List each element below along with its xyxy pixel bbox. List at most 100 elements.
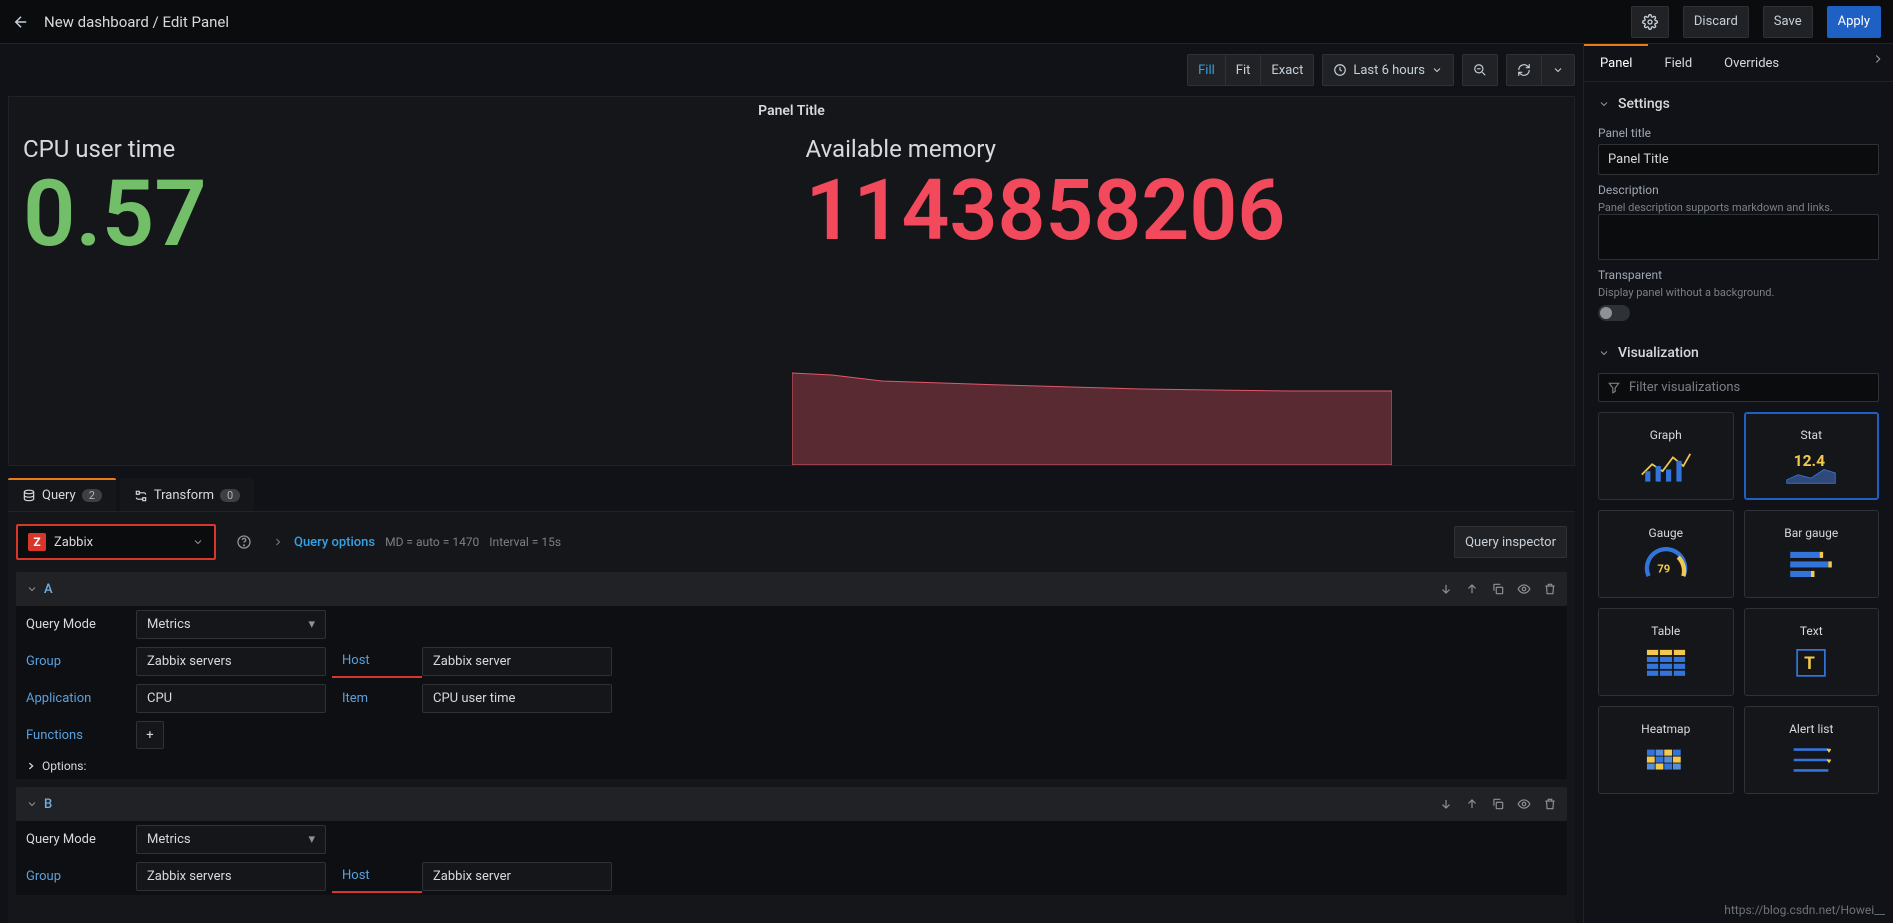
query-block-a: A Query Mode Metrics▾	[16, 572, 1567, 779]
tab-transform-label: Transform	[154, 488, 214, 503]
move-up-icon[interactable]	[1465, 582, 1479, 596]
move-down-icon[interactable]	[1439, 582, 1453, 596]
viz-card-stat[interactable]: Stat 12.4	[1744, 412, 1880, 500]
transparent-toggle[interactable]	[1598, 305, 1630, 321]
visualization-heading[interactable]: Visualization	[1598, 339, 1879, 367]
back-arrow-icon[interactable]	[12, 13, 30, 31]
panel-settings-button[interactable]	[1631, 6, 1669, 38]
query-mode-select[interactable]: Metrics▾	[136, 825, 326, 854]
viz-card-gauge[interactable]: Gauge 79	[1598, 510, 1734, 598]
viz-toolbar: Fill Fit Exact Last 6 hours	[8, 44, 1575, 96]
query-options-row[interactable]: Options:	[16, 753, 1567, 779]
host-input[interactable]: Zabbix server	[422, 862, 612, 891]
host-label: Host	[332, 860, 422, 893]
settings-heading[interactable]: Settings	[1598, 90, 1879, 118]
group-input[interactable]: Zabbix servers	[136, 647, 326, 676]
timerange-label: Last 6 hours	[1353, 63, 1425, 78]
application-label: Application	[16, 683, 136, 714]
query-options-toggle[interactable]: Query options	[294, 535, 375, 550]
tab-transform[interactable]: Transform 0	[120, 478, 254, 511]
breadcrumb: New dashboard / Edit Panel	[44, 13, 229, 31]
timerange-picker[interactable]: Last 6 hours	[1322, 54, 1454, 86]
viz-card-text[interactable]: Text T	[1744, 608, 1880, 696]
panel-title-input[interactable]	[1598, 144, 1879, 175]
zabbix-logo-icon: Z	[28, 533, 46, 551]
viz-card-alertlist[interactable]: Alert list ♥♥	[1744, 706, 1880, 794]
side-panel: Panel Field Overrides Settings Panel tit…	[1583, 44, 1893, 923]
svg-text:♥: ♥	[1827, 746, 1832, 755]
add-function-button[interactable]: +	[136, 721, 164, 749]
graph-icon	[1640, 448, 1692, 484]
refresh-button[interactable]	[1506, 54, 1541, 86]
save-button[interactable]: Save	[1763, 6, 1813, 38]
query-header-a[interactable]: A	[16, 572, 1567, 606]
display-mode-group: Fill Fit Exact	[1187, 54, 1314, 86]
query-header-b[interactable]: B	[16, 787, 1567, 821]
group-input[interactable]: Zabbix servers	[136, 862, 326, 891]
bargauge-icon	[1785, 546, 1837, 582]
query-block-b: B Query Mode Metrics▾	[16, 787, 1567, 895]
apply-button[interactable]: Apply	[1827, 6, 1881, 38]
move-up-icon[interactable]	[1465, 797, 1479, 811]
side-tabs: Panel Field Overrides	[1584, 44, 1893, 82]
hide-icon[interactable]	[1517, 582, 1531, 596]
topbar: New dashboard / Edit Panel Discard Save …	[0, 0, 1893, 44]
fit-button[interactable]: Fit	[1225, 54, 1261, 86]
tab-panel[interactable]: Panel	[1584, 44, 1648, 81]
query-mode-select[interactable]: Metrics▾	[136, 610, 326, 639]
refresh-interval-button[interactable]	[1541, 54, 1575, 86]
description-hint: Panel description supports markdown and …	[1598, 201, 1879, 214]
fill-button[interactable]: Fill	[1187, 54, 1225, 86]
zoom-out-button[interactable]	[1462, 54, 1498, 86]
filter-visualizations-input[interactable]: Filter visualizations	[1598, 373, 1879, 402]
item-label: Item	[332, 683, 422, 714]
chevron-down-icon	[1598, 347, 1610, 359]
datasource-help-button[interactable]	[226, 526, 262, 558]
description-input[interactable]	[1598, 214, 1879, 260]
side-tabs-next[interactable]	[1863, 44, 1893, 81]
discard-button[interactable]: Discard	[1683, 6, 1749, 38]
delete-icon[interactable]	[1543, 797, 1557, 811]
tab-field[interactable]: Field	[1648, 44, 1708, 81]
viz-card-heatmap[interactable]: Heatmap	[1598, 706, 1734, 794]
exact-button[interactable]: Exact	[1260, 54, 1314, 86]
stat-cpu: CPU user time 0.57	[9, 125, 792, 465]
chevron-down-icon	[26, 583, 38, 595]
stat-cpu-value: 0.57	[23, 169, 778, 261]
item-input[interactable]: CPU user time	[422, 684, 612, 713]
viz-card-graph[interactable]: Graph	[1598, 412, 1734, 500]
tab-transform-count: 0	[220, 489, 240, 502]
gauge-icon: 79	[1640, 546, 1692, 582]
datasource-name: Zabbix	[54, 535, 93, 550]
viz-card-table[interactable]: Table	[1598, 608, 1734, 696]
group-label: Group	[16, 861, 136, 892]
hide-icon[interactable]	[1517, 797, 1531, 811]
tab-overrides[interactable]: Overrides	[1708, 44, 1795, 81]
query-options-md: MD = auto = 1470	[385, 535, 479, 549]
move-down-icon[interactable]	[1439, 797, 1453, 811]
caret-right-icon	[26, 761, 36, 771]
viz-card-bargauge[interactable]: Bar gauge	[1744, 510, 1880, 598]
chevron-down-icon	[1598, 98, 1610, 110]
query-inspector-button[interactable]: Query inspector	[1454, 526, 1567, 558]
application-input[interactable]: CPU	[136, 684, 326, 713]
stat-memory-label: Available memory	[806, 135, 1561, 163]
editor-tabs: Query 2 Transform 0	[8, 478, 1575, 511]
panel-preview: Panel Title CPU user time 0.57 Available…	[8, 96, 1575, 466]
tab-query-count: 2	[82, 489, 102, 502]
svg-text:12.4: 12.4	[1794, 452, 1825, 470]
svg-text:♥: ♥	[1827, 756, 1832, 765]
tab-query[interactable]: Query 2	[8, 478, 116, 511]
tab-query-label: Query	[42, 488, 76, 503]
svg-text:T: T	[1804, 654, 1815, 674]
query-area: Z Zabbix Query options MD = auto = 1470	[8, 511, 1575, 923]
delete-icon[interactable]	[1543, 582, 1557, 596]
text-icon: T	[1785, 644, 1837, 680]
filter-icon	[1607, 381, 1621, 395]
heatmap-icon	[1640, 742, 1692, 778]
datasource-select[interactable]: Z Zabbix	[16, 524, 216, 560]
duplicate-icon[interactable]	[1491, 797, 1505, 811]
host-input[interactable]: Zabbix server	[422, 647, 612, 676]
duplicate-icon[interactable]	[1491, 582, 1505, 596]
chevron-down-icon	[1431, 64, 1443, 76]
